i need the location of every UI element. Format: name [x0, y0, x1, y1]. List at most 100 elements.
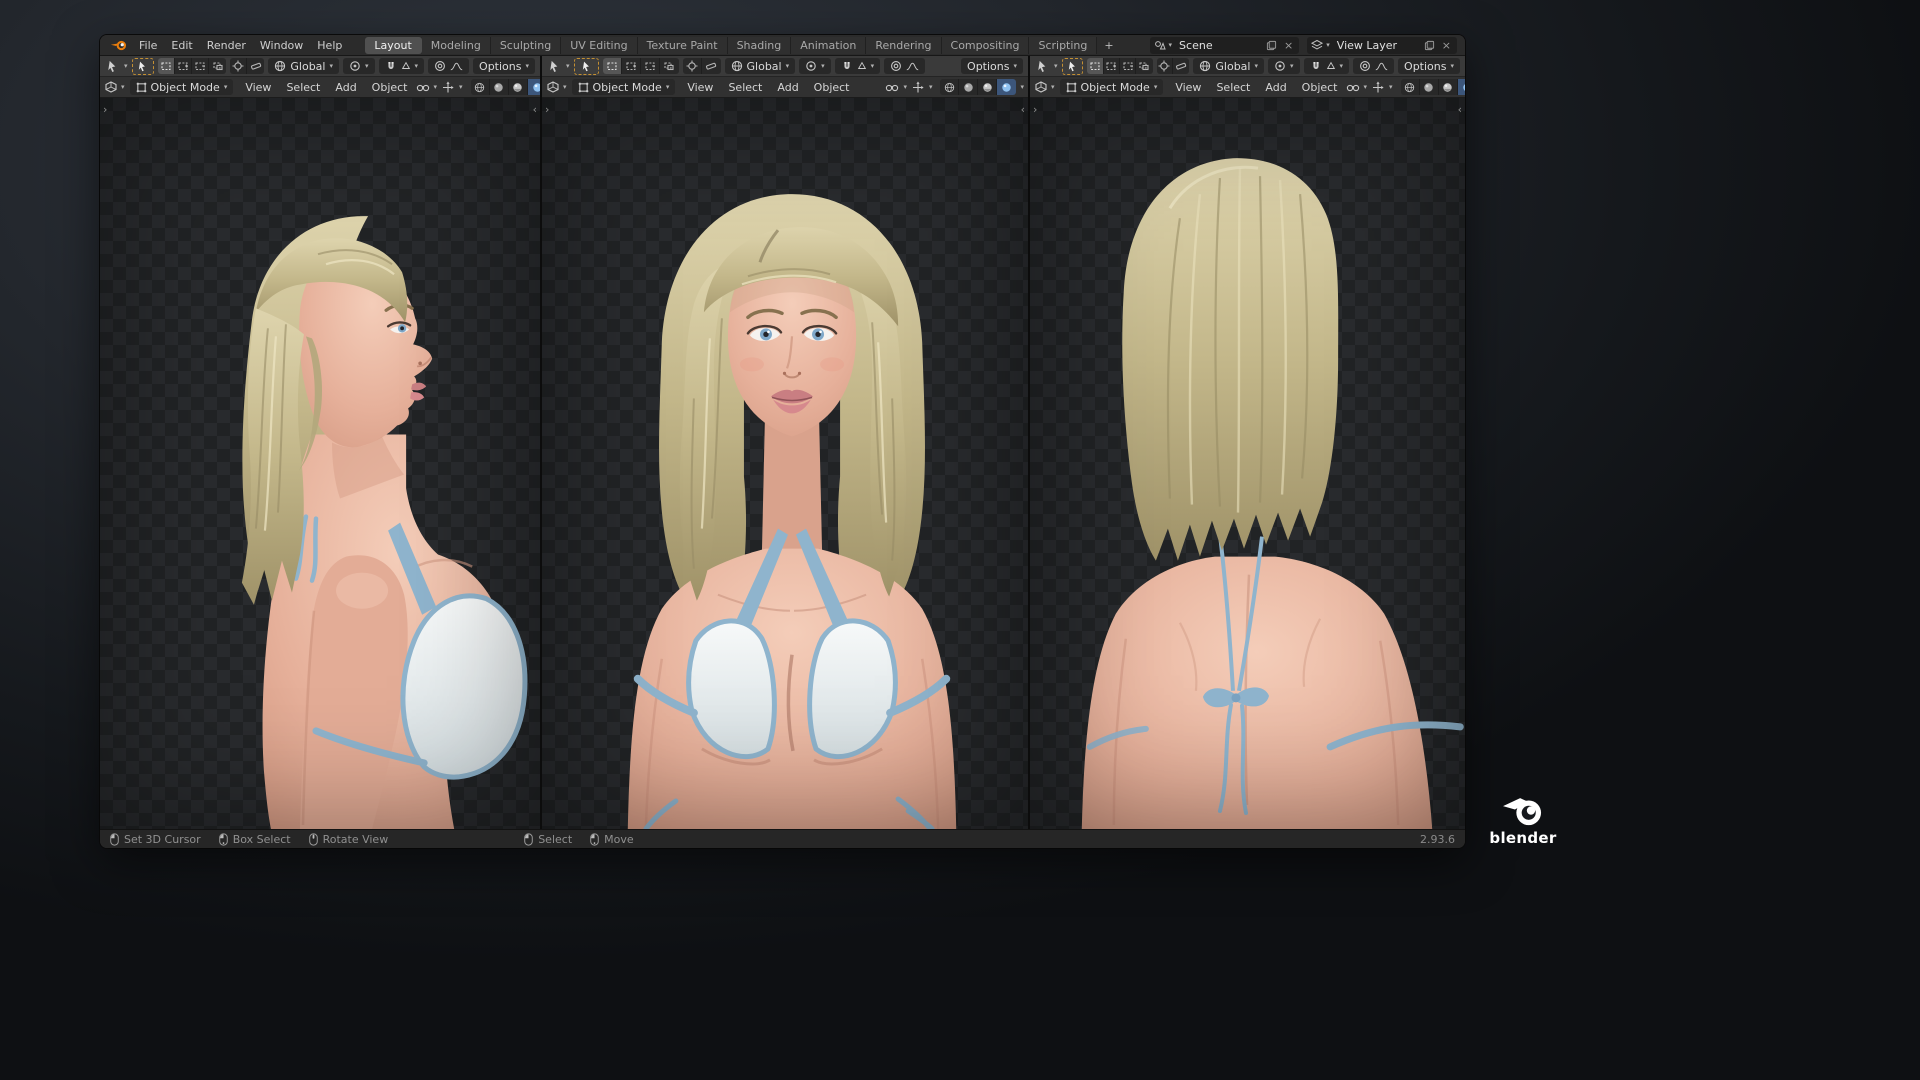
select-mode-subtract-button[interactable]: [1120, 58, 1137, 74]
show-gizmo-toggle[interactable]: [1346, 81, 1360, 94]
rendered-shading-button[interactable]: [997, 79, 1017, 95]
proportional-editing-dropdown[interactable]: [884, 58, 926, 74]
object-menu[interactable]: Object: [365, 79, 415, 96]
measure-tool-button[interactable]: [702, 58, 721, 74]
unlink-scene-button[interactable]: ×: [1282, 39, 1295, 52]
active-tool-selector[interactable]: [1035, 59, 1050, 74]
render-menu[interactable]: Render: [200, 35, 253, 55]
select-mode-subtract-button[interactable]: [641, 58, 660, 74]
material-preview-button[interactable]: [1439, 79, 1458, 95]
tab-animation[interactable]: Animation: [791, 36, 867, 54]
rendered-shading-button[interactable]: [527, 79, 540, 95]
object-menu[interactable]: Object: [807, 79, 857, 96]
proportional-editing-dropdown[interactable]: [1353, 58, 1395, 74]
tab-shading[interactable]: Shading: [727, 36, 792, 54]
view-menu[interactable]: View: [1168, 79, 1208, 96]
view-layer-icon[interactable]: [1311, 39, 1324, 51]
tab-uv-editing[interactable]: UV Editing: [561, 36, 638, 54]
view-menu[interactable]: View: [238, 79, 278, 96]
object-menu[interactable]: Object: [1295, 79, 1345, 96]
material-preview-button[interactable]: [978, 79, 998, 95]
wireframe-shading-button[interactable]: [471, 79, 490, 95]
viewport-canvas[interactable]: › ‹: [542, 98, 1028, 829]
proportional-editing-dropdown[interactable]: [428, 58, 470, 74]
pivot-point-dropdown[interactable]: ▾: [799, 58, 831, 74]
select-mode-new-button[interactable]: [1087, 58, 1104, 74]
mode-dropdown[interactable]: Object Mode ▾: [1059, 79, 1164, 95]
viewport-canvas[interactable]: › ‹: [100, 98, 540, 829]
help-menu[interactable]: Help: [310, 35, 349, 55]
edit-menu[interactable]: Edit: [164, 35, 199, 55]
options-dropdown[interactable]: Options ▾: [1398, 58, 1460, 74]
tweak-tool-button[interactable]: [1061, 57, 1084, 75]
rendered-shading-button[interactable]: [1457, 79, 1465, 95]
select-menu[interactable]: Select: [1209, 79, 1257, 96]
mode-dropdown[interactable]: Object Mode ▾: [571, 79, 676, 95]
tab-rendering[interactable]: Rendering: [866, 36, 942, 54]
tweak-tool-button[interactable]: [573, 57, 599, 75]
material-preview-button[interactable]: [509, 79, 528, 95]
blender-app-menu[interactable]: [108, 38, 130, 53]
view-menu[interactable]: View: [680, 79, 720, 96]
tab-modeling[interactable]: Modeling: [421, 36, 491, 54]
tab-scripting[interactable]: Scripting: [1029, 36, 1098, 54]
show-gizmo-toggle[interactable]: [885, 81, 899, 94]
new-view-layer-button[interactable]: [1422, 40, 1437, 51]
active-tool-selector[interactable]: [547, 59, 562, 74]
cursor-tool-button[interactable]: [230, 58, 248, 74]
show-gizmo-toggle[interactable]: [416, 81, 430, 94]
select-mode-new-button[interactable]: [157, 58, 176, 74]
scene-name-field[interactable]: Scene: [1175, 39, 1261, 52]
overlays-toggle[interactable]: [441, 81, 455, 94]
select-mode-extend-button[interactable]: [175, 58, 193, 74]
select-mode-new-button[interactable]: [602, 58, 622, 74]
add-menu[interactable]: Add: [1258, 79, 1293, 96]
snap-dropdown[interactable]: ▾: [1303, 58, 1350, 74]
tab-texture-paint[interactable]: Texture Paint: [637, 36, 728, 54]
options-dropdown[interactable]: Options ▾: [961, 58, 1023, 74]
cursor-tool-button[interactable]: [683, 58, 702, 74]
select-mode-intersect-button[interactable]: [1136, 58, 1152, 74]
editor-corner-handle[interactable]: ›: [1033, 104, 1037, 115]
cursor-tool-button[interactable]: [1157, 58, 1174, 74]
overlays-toggle[interactable]: [1371, 81, 1385, 94]
tab-sculpting[interactable]: Sculpting: [490, 36, 562, 54]
solid-shading-button[interactable]: [1420, 79, 1439, 95]
scene-icon[interactable]: [1154, 39, 1166, 51]
select-mode-extend-button[interactable]: [622, 58, 641, 74]
transform-orientation-dropdown[interactable]: Global ▾: [724, 58, 796, 74]
editor-type-selector[interactable]: [546, 80, 560, 94]
transform-orientation-dropdown[interactable]: Global ▾: [1193, 58, 1264, 74]
snap-dropdown[interactable]: ▾: [378, 58, 425, 74]
solid-shading-button[interactable]: [490, 79, 509, 95]
window-menu[interactable]: Window: [253, 35, 310, 55]
solid-shading-button[interactable]: [959, 79, 979, 95]
new-scene-button[interactable]: [1264, 40, 1279, 51]
snap-dropdown[interactable]: ▾: [834, 58, 881, 74]
select-menu[interactable]: Select: [279, 79, 327, 96]
measure-tool-button[interactable]: [1173, 58, 1189, 74]
select-menu[interactable]: Select: [721, 79, 769, 96]
overlays-toggle[interactable]: [911, 81, 925, 94]
select-mode-intersect-button[interactable]: [209, 58, 226, 74]
wireframe-shading-button[interactable]: [1401, 79, 1420, 95]
remove-view-layer-button[interactable]: ×: [1440, 39, 1453, 52]
add-menu[interactable]: Add: [770, 79, 805, 96]
tab-layout[interactable]: Layout: [365, 36, 422, 54]
view-layer-name-field[interactable]: View Layer: [1333, 39, 1419, 52]
tweak-tool-button[interactable]: [131, 57, 154, 75]
active-tool-selector[interactable]: [105, 59, 120, 74]
editor-corner-handle[interactable]: ‹: [1021, 104, 1025, 115]
transform-orientation-dropdown[interactable]: Global ▾: [268, 58, 339, 74]
editor-corner-handle[interactable]: ‹: [1458, 104, 1462, 115]
pivot-point-dropdown[interactable]: ▾: [343, 58, 375, 74]
editor-corner-handle[interactable]: ›: [103, 104, 107, 115]
editor-type-selector[interactable]: [104, 80, 118, 94]
options-dropdown[interactable]: Options ▾: [473, 58, 535, 74]
pivot-point-dropdown[interactable]: ▾: [1268, 58, 1300, 74]
select-mode-extend-button[interactable]: [1104, 58, 1120, 74]
select-mode-subtract-button[interactable]: [192, 58, 210, 74]
mode-dropdown[interactable]: Object Mode ▾: [129, 79, 234, 95]
add-menu[interactable]: Add: [328, 79, 363, 96]
editor-corner-handle[interactable]: ‹: [533, 104, 537, 115]
